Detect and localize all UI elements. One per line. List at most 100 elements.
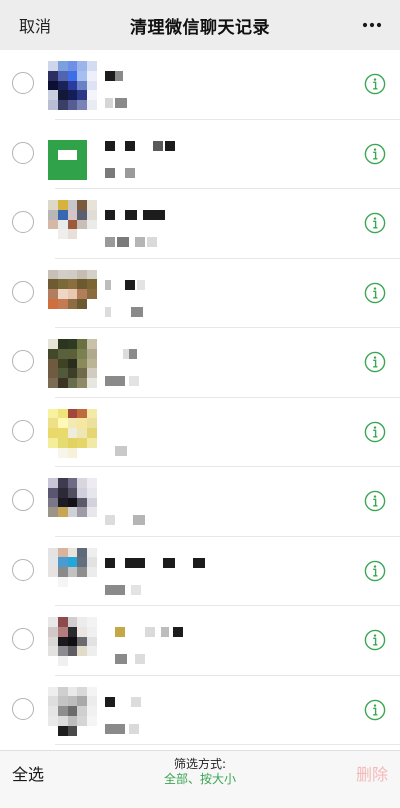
select-radio[interactable] [12, 419, 34, 442]
avatar-pixel [57, 557, 68, 568]
avatar-pixel [57, 487, 68, 498]
avatar-pixel [48, 715, 58, 726]
avatar-pixel [67, 497, 78, 508]
avatar-pixel [48, 547, 58, 558]
info-icon[interactable] [364, 629, 386, 651]
avatar-pixel [77, 418, 88, 429]
avatar-pixel [87, 100, 97, 110]
avatar-pixel [57, 497, 68, 508]
avatar-pixel [67, 576, 78, 587]
avatar-pixel [67, 80, 78, 91]
avatar-pixel [77, 646, 88, 657]
avatar-pixel [87, 239, 97, 249]
info-icon[interactable] [364, 73, 386, 95]
avatar-pixel [57, 200, 68, 210]
avatar-pixel [77, 209, 88, 220]
avatar-pixel [48, 517, 58, 527]
select-radio[interactable] [12, 211, 34, 233]
avatar-pixel [57, 656, 68, 666]
avatar-pixel [87, 487, 97, 498]
avatar-pixel [77, 686, 88, 697]
select-radio[interactable] [12, 141, 34, 164]
chat-row[interactable] [0, 258, 400, 328]
redacted-block [115, 654, 127, 664]
avatar-pixel [57, 348, 68, 359]
info-icon[interactable] [364, 143, 386, 165]
avatar-pixel [57, 378, 68, 388]
select-radio[interactable] [12, 350, 34, 372]
avatar-pixel [87, 159, 97, 170]
select-radio[interactable] [12, 697, 34, 720]
redacted-block [125, 279, 135, 290]
redacted-block [131, 584, 141, 595]
avatar-pixel [48, 150, 58, 160]
avatar-pixel [48, 706, 58, 716]
avatar-pixel [87, 547, 97, 558]
info-icon[interactable] [364, 421, 386, 443]
chat-row[interactable] [0, 50, 400, 120]
select-radio[interactable] [12, 558, 34, 581]
avatar-pixel [48, 418, 58, 429]
info-icon[interactable] [364, 699, 386, 721]
avatar [48, 339, 97, 388]
avatar-pixel [67, 447, 78, 458]
avatar-pixel [77, 517, 88, 527]
info-icon[interactable] [364, 560, 386, 582]
info-icon[interactable] [364, 282, 386, 304]
avatar-pixel [77, 279, 88, 290]
avatar-pixel [67, 478, 78, 488]
chat-row[interactable] [0, 675, 400, 745]
avatar-pixel [67, 507, 78, 518]
avatar-pixel [48, 725, 58, 736]
avatar-pixel [77, 140, 88, 151]
avatar-pixel [77, 408, 88, 419]
avatar-pixel [87, 358, 97, 369]
info-icon[interactable] [364, 351, 386, 373]
info-icon[interactable] [364, 490, 386, 512]
avatar-pixel [67, 656, 78, 666]
avatar-pixel [87, 289, 97, 299]
chat-row[interactable] [0, 536, 400, 606]
select-radio[interactable] [12, 72, 34, 94]
redacted-block [131, 696, 141, 707]
more-button[interactable] [362, 0, 382, 50]
avatar-pixel [57, 269, 68, 280]
avatar-pixel [57, 80, 68, 91]
avatar-pixel [87, 626, 97, 637]
more-dots-icon [362, 22, 382, 28]
redacted-block [129, 723, 139, 734]
avatar-pixel [57, 715, 68, 726]
info-icon[interactable] [364, 212, 386, 234]
chat-row[interactable] [0, 328, 400, 398]
chat-row[interactable] [0, 119, 400, 189]
avatar-pixel [48, 686, 58, 697]
avatar-pixel [67, 209, 78, 220]
redacted-block [105, 279, 111, 290]
avatar-pixel [77, 269, 88, 280]
redacted-block [161, 627, 169, 637]
avatar-pixel [87, 80, 97, 91]
avatar-pixel [67, 487, 78, 498]
select-radio[interactable] [12, 280, 34, 303]
select-radio[interactable] [12, 489, 34, 511]
cancel-button[interactable]: 取消 [19, 0, 51, 50]
avatar-pixel [87, 428, 97, 438]
filter-selector[interactable]: 筛选方式: 全部、按大小 [0, 757, 400, 787]
chat-row[interactable] [0, 606, 400, 676]
chat-row[interactable] [0, 397, 400, 467]
avatar-pixel [77, 557, 88, 568]
avatar-pixel [77, 348, 88, 359]
avatar-pixel [57, 298, 68, 309]
redacted-block [131, 306, 143, 317]
redacted-block [115, 71, 123, 81]
avatar-pixel [48, 339, 58, 349]
chat-row[interactable] [0, 467, 400, 537]
delete-button[interactable]: 删除 [356, 751, 388, 795]
avatar-pixel [48, 507, 58, 518]
avatar-pixel [48, 437, 58, 448]
avatar-pixel [57, 586, 68, 597]
chat-row[interactable] [0, 189, 400, 259]
avatar-pixel [67, 626, 78, 637]
avatar-pixel [67, 61, 78, 71]
select-radio[interactable] [12, 628, 34, 650]
